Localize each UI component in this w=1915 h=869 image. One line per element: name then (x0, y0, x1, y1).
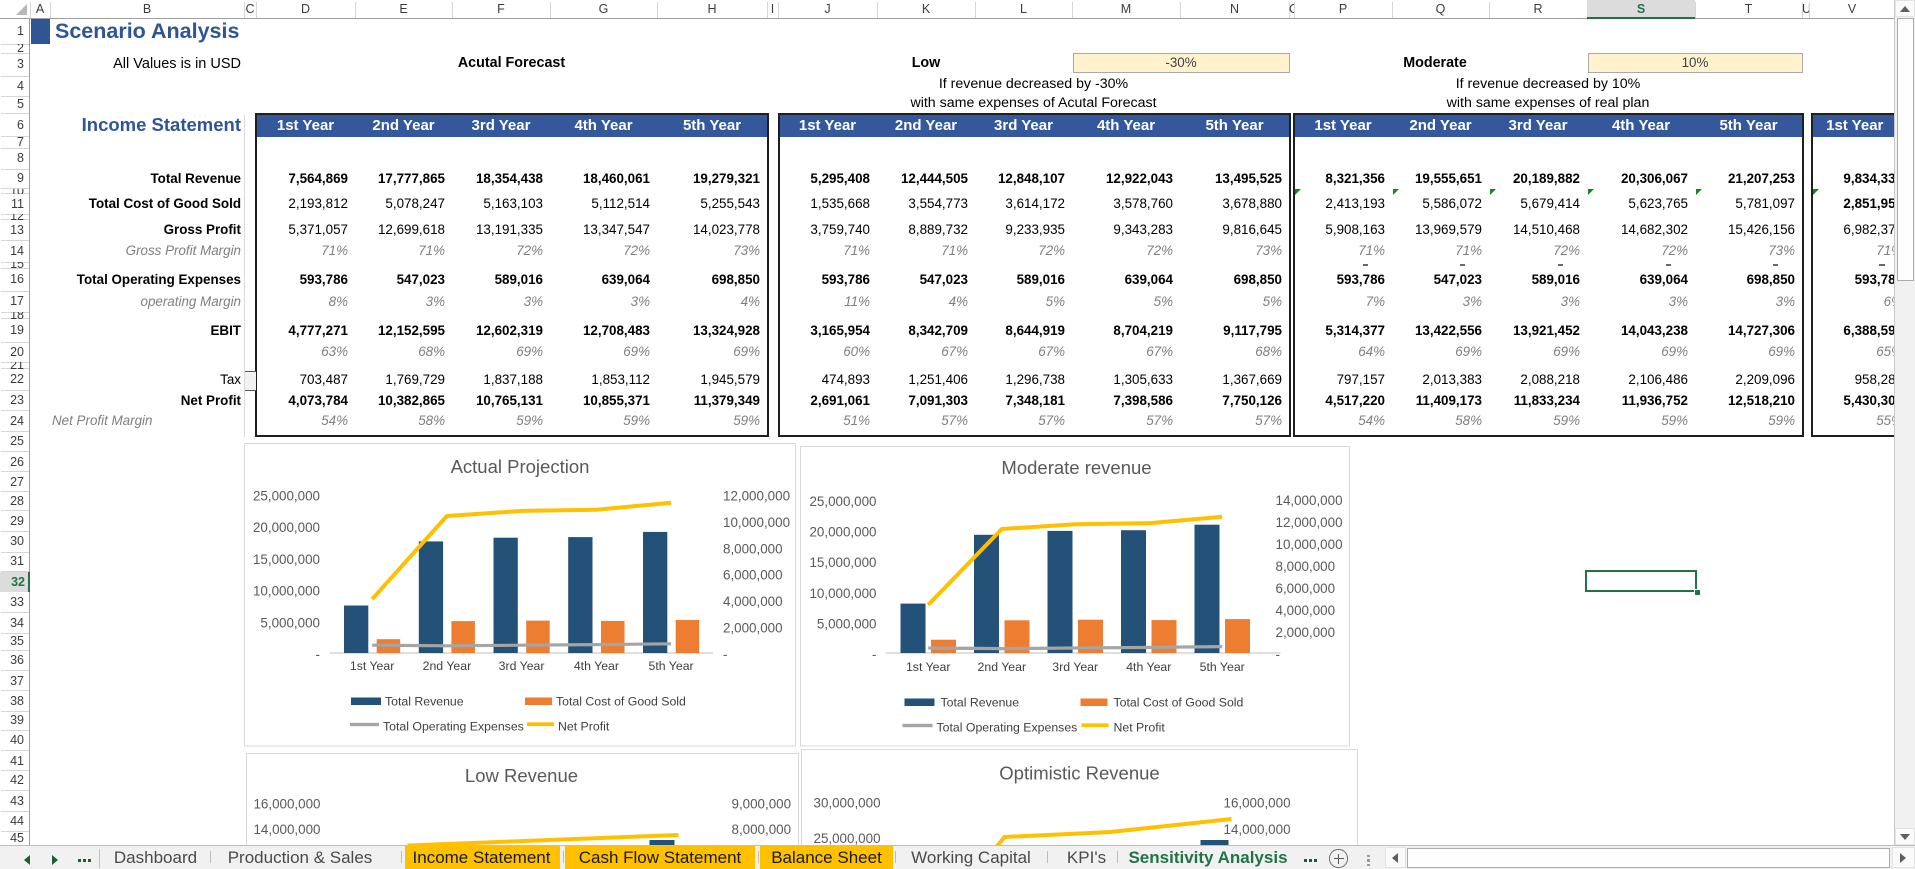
svg-text:-: - (316, 647, 320, 662)
svg-text:6,000,000: 6,000,000 (723, 567, 783, 582)
svg-text:4,000,000: 4,000,000 (723, 594, 783, 609)
svg-text:Total Operating Expenses: Total Operating Expenses (383, 719, 524, 733)
svg-text:2nd Year: 2nd Year (977, 660, 1026, 674)
svg-text:3rd Year: 3rd Year (1052, 660, 1098, 674)
svg-text:10,000,000: 10,000,000 (253, 583, 320, 598)
svg-text:15,000,000: 15,000,000 (809, 555, 876, 570)
svg-text:8,000,000: 8,000,000 (731, 822, 791, 837)
svg-text:30,000,000: 30,000,000 (813, 796, 880, 811)
svg-text:16,000,000: 16,000,000 (253, 796, 320, 811)
svg-text:6,000,000: 6,000,000 (1275, 581, 1335, 596)
svg-text:Net Profit: Net Profit (558, 719, 610, 733)
svg-text:Net Profit: Net Profit (1113, 720, 1165, 734)
svg-text:5th Year: 5th Year (649, 659, 694, 673)
svg-text:5th Year: 5th Year (1199, 660, 1244, 674)
svg-text:25,000,000: 25,000,000 (809, 494, 876, 509)
svg-text:10,000,000: 10,000,000 (809, 585, 876, 600)
svg-text:12,000,000: 12,000,000 (1275, 515, 1342, 530)
svg-text:Optimistic Revenue: Optimistic Revenue (999, 763, 1159, 784)
svg-text:2,000,000: 2,000,000 (1275, 625, 1335, 640)
svg-text:Moderate revenue: Moderate revenue (1001, 457, 1151, 478)
svg-text:Low Revenue: Low Revenue (464, 765, 577, 786)
svg-text:8,000,000: 8,000,000 (1275, 559, 1335, 574)
svg-text:1st Year: 1st Year (905, 660, 949, 674)
svg-text:4th Year: 4th Year (1126, 660, 1171, 674)
svg-text:25,000,000: 25,000,000 (253, 488, 320, 503)
svg-text:9,000,000: 9,000,000 (731, 796, 791, 811)
svg-text:8,000,000: 8,000,000 (723, 541, 783, 556)
svg-text:5,000,000: 5,000,000 (816, 616, 876, 631)
svg-text:14,000,000: 14,000,000 (1223, 822, 1290, 837)
svg-text:Total Operating Expenses: Total Operating Expenses (936, 720, 1077, 734)
svg-text:12,000,000: 12,000,000 (723, 488, 790, 503)
svg-text:2,000,000: 2,000,000 (723, 620, 783, 635)
svg-text:Total Revenue: Total Revenue (940, 695, 1019, 709)
svg-text:-: - (1275, 647, 1279, 662)
svg-text:14,000,000: 14,000,000 (1275, 493, 1342, 508)
svg-text:Total Cost of Good Sold: Total Cost of Good Sold (1113, 695, 1243, 709)
svg-text:10,000,000: 10,000,000 (723, 514, 790, 529)
svg-text:10,000,000: 10,000,000 (1275, 537, 1342, 552)
svg-text:4th Year: 4th Year (574, 659, 619, 673)
svg-text:16,000,000: 16,000,000 (1223, 796, 1290, 811)
svg-text:Actual Projection: Actual Projection (451, 456, 590, 477)
svg-text:15,000,000: 15,000,000 (253, 551, 320, 566)
svg-text:5,000,000: 5,000,000 (260, 615, 320, 630)
svg-text:Total Revenue: Total Revenue (385, 694, 464, 708)
svg-text:3rd Year: 3rd Year (499, 659, 545, 673)
svg-text:-: - (872, 647, 876, 662)
svg-text:20,000,000: 20,000,000 (809, 524, 876, 539)
svg-text:20,000,000: 20,000,000 (253, 520, 320, 535)
svg-text:14,000,000: 14,000,000 (253, 822, 320, 837)
svg-text:4,000,000: 4,000,000 (1275, 603, 1335, 618)
svg-text:-: - (723, 646, 727, 661)
svg-text:25,000,000: 25,000,000 (813, 831, 880, 846)
svg-text:Total Cost of Good Sold: Total Cost of Good Sold (556, 694, 686, 708)
svg-text:2nd Year: 2nd Year (423, 659, 472, 673)
svg-text:1st Year: 1st Year (350, 659, 394, 673)
